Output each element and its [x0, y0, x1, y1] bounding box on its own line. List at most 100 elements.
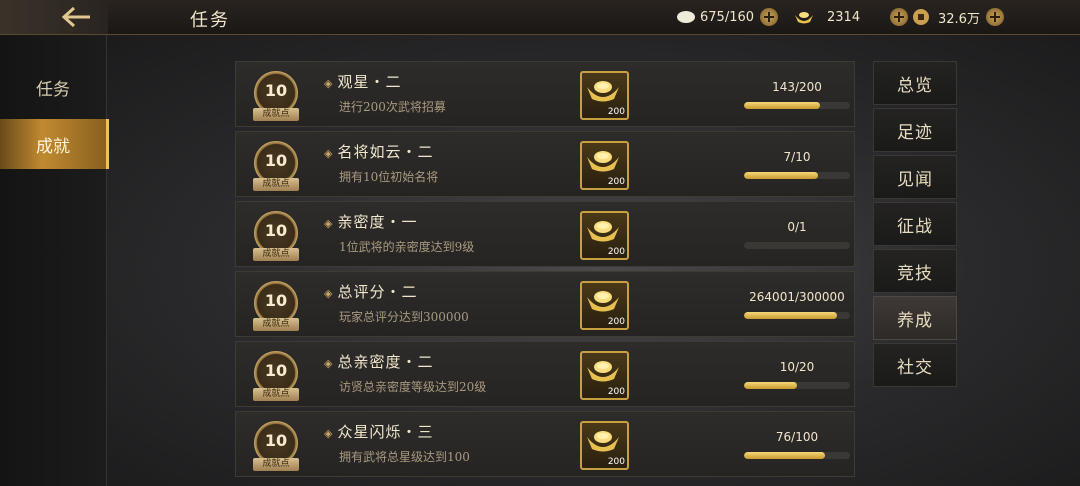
progress-fill — [744, 312, 838, 319]
task-description: 访贤总亲密度等级达到20级 — [339, 380, 487, 394]
achievement-row: 10 成就点 ◈ 总亲密度・二 访贤总亲密度等级达到20级 200 10/20 — [235, 341, 855, 407]
achievement-row: 10 成就点 ◈ 亲密度・一 1位武将的亲密度达到9级 200 0/1 — [235, 201, 855, 267]
gold-ingot-icon — [587, 361, 619, 382]
reward-quantity: 200 — [607, 107, 625, 117]
gold-ingot-icon — [587, 81, 619, 102]
progress-bar — [744, 172, 850, 179]
category-button-knowledge[interactable]: 见闻 — [873, 155, 957, 199]
reward-item[interactable]: 200 — [580, 141, 629, 190]
tab-achievements[interactable]: 成就 — [0, 119, 109, 169]
reward-quantity: 200 — [607, 387, 625, 397]
add-gold-button[interactable] — [890, 8, 909, 26]
back-button[interactable] — [0, 0, 108, 34]
task-title-text: 亲密度・一 — [337, 213, 418, 231]
achievement-row: 10 成就点 ◈ 名将如云・二 拥有10位初始名将 200 7/10 — [235, 131, 855, 197]
task-title: ◈ 总评分・二 — [324, 281, 417, 302]
task-title-text: 名将如云・二 — [337, 143, 434, 161]
progress-bar — [744, 102, 850, 109]
diamond-icon: ◈ — [324, 217, 334, 230]
add-coin-button[interactable] — [985, 8, 1004, 26]
achievement-points-medal: 10 成就点 — [251, 421, 301, 471]
reward-item[interactable]: 200 — [580, 281, 629, 330]
task-title-text: 总评分・二 — [337, 283, 418, 301]
reward-item[interactable]: 200 — [580, 211, 629, 260]
gold-ingot-icon — [795, 12, 813, 24]
back-arrow-icon — [61, 6, 90, 28]
progress-bar — [744, 242, 850, 249]
task-title: ◈ 亲密度・一 — [324, 211, 417, 232]
points-label: 成就点 — [253, 318, 299, 331]
gold-ingot-icon — [587, 151, 619, 172]
diamond-icon: ◈ — [324, 357, 334, 370]
achievement-points-medal: 10 成就点 — [251, 351, 301, 401]
reward-quantity: 200 — [607, 177, 625, 187]
task-title-text: 总亲密度・二 — [337, 353, 434, 371]
task-description: 拥有10位初始名将 — [339, 170, 439, 184]
gold-value: 2314 — [827, 9, 861, 25]
stamina-value: 675/160 — [700, 9, 755, 25]
task-description: 拥有武将总星级达到100 — [339, 450, 470, 464]
gold-ingot-icon — [587, 291, 619, 312]
tab-tasks[interactable]: 任务 — [0, 62, 106, 112]
diamond-icon: ◈ — [324, 287, 334, 300]
task-title: ◈ 名将如云・二 — [324, 141, 433, 162]
points-label: 成就点 — [253, 388, 299, 401]
points-label: 成就点 — [253, 178, 299, 191]
page-title: 任务 — [190, 10, 230, 31]
reward-item[interactable]: 200 — [580, 71, 629, 120]
task-title: ◈ 众星闪烁・三 — [324, 421, 433, 442]
progress-text: 7/10 — [783, 150, 811, 164]
coin-resource: 32.6万 — [912, 6, 1004, 28]
progress-fill — [744, 102, 820, 109]
coin-icon — [913, 9, 929, 25]
stamina-resource: 675/160 — [676, 6, 779, 28]
progress-bar — [744, 312, 850, 319]
task-title: ◈ 总亲密度・二 — [324, 351, 433, 372]
progress-fill — [744, 452, 825, 459]
points-label: 成就点 — [253, 458, 299, 471]
reward-quantity: 200 — [607, 247, 625, 257]
category-button-campaign[interactable]: 征战 — [873, 202, 957, 246]
points-value: 10 — [264, 291, 288, 310]
achievement-row: 10 成就点 ◈ 总评分・二 玩家总评分达到300000 200 264001/3… — [235, 271, 855, 337]
task-description: 玩家总评分达到300000 — [339, 310, 469, 324]
task-title-text: 观星・二 — [337, 73, 402, 91]
points-value: 10 — [264, 361, 288, 380]
reward-item[interactable]: 200 — [580, 351, 629, 400]
category-button-arena[interactable]: 竞技 — [873, 249, 957, 293]
gold-ingot-icon — [587, 221, 619, 242]
progress-text: 0/1 — [787, 220, 807, 234]
left-tab-panel: 任务 成就 — [0, 35, 109, 486]
category-button-overview[interactable]: 总览 — [873, 61, 957, 105]
category-button-cultivation[interactable]: 养成 — [873, 296, 957, 340]
pill-icon — [677, 11, 695, 23]
add-stamina-button[interactable] — [760, 8, 779, 26]
reward-item[interactable]: 200 — [580, 421, 629, 470]
diamond-icon: ◈ — [324, 147, 334, 160]
progress-text: 264001/300000 — [749, 290, 845, 304]
gold-resource: 2314 — [793, 6, 909, 28]
progress-bar — [744, 452, 850, 459]
gold-ingot-icon — [587, 431, 619, 452]
diamond-icon: ◈ — [324, 77, 334, 90]
task-title-text: 众星闪烁・三 — [337, 423, 434, 441]
points-value: 10 — [264, 221, 288, 240]
progress-text: 10/20 — [779, 360, 815, 374]
points-label: 成就点 — [253, 108, 299, 121]
achievement-points-medal: 10 成就点 — [251, 211, 301, 261]
points-value: 10 — [264, 431, 288, 450]
progress-fill — [744, 172, 819, 179]
points-value: 10 — [264, 151, 288, 170]
diamond-icon: ◈ — [324, 427, 334, 440]
progress-text: 76/100 — [775, 430, 819, 444]
category-button-footprints[interactable]: 足迹 — [873, 108, 957, 152]
category-button-social[interactable]: 社交 — [873, 343, 957, 387]
progress-text: 143/200 — [772, 80, 822, 94]
progress-fill — [744, 382, 797, 389]
progress-bar — [744, 382, 850, 389]
reward-quantity: 200 — [607, 457, 625, 467]
top-bar: 任务 675/160 2314 32.6万 — [0, 0, 1080, 35]
achievement-points-medal: 10 成就点 — [251, 71, 301, 121]
achievement-points-medal: 10 成就点 — [251, 141, 301, 191]
points-value: 10 — [264, 81, 288, 100]
